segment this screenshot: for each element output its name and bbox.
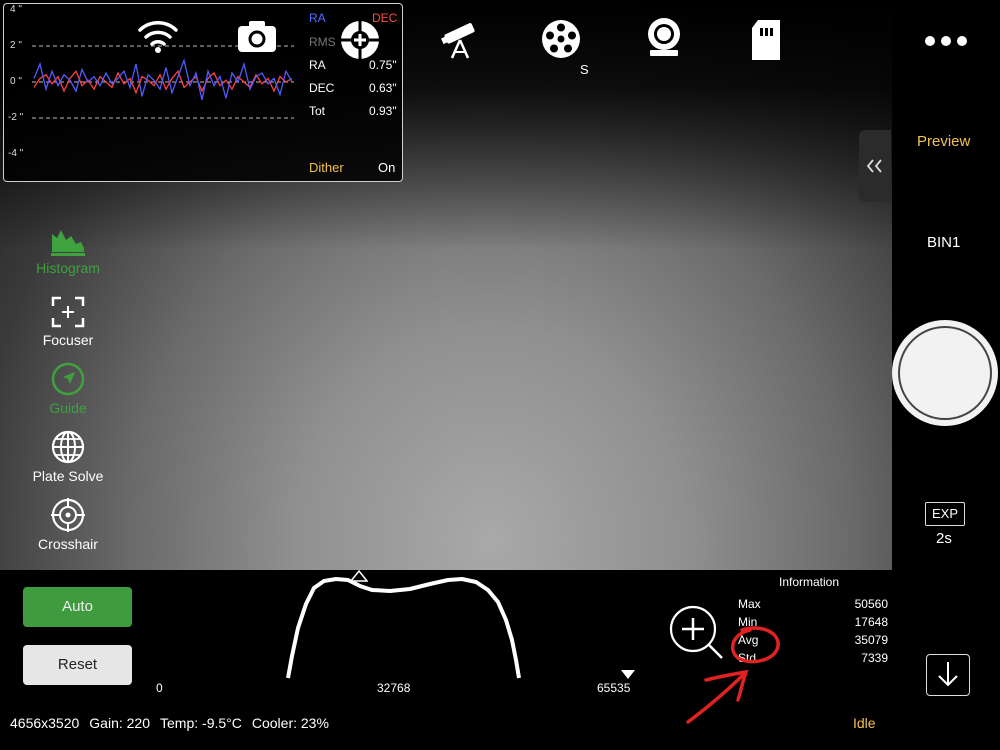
exposure-badge[interactable]: EXP [925,502,965,526]
download-arrow-icon [938,662,958,687]
sidebar-item-crosshair[interactable]: Crosshair [20,498,116,552]
sidebar-item-label: Histogram [36,260,100,276]
info-label: Max [738,597,761,611]
sd-card-icon[interactable] [750,20,782,60]
download-button[interactable] [926,654,970,696]
y-tick: -2 " [8,112,24,123]
status-temperature: Temp: -9.5°C [160,715,242,731]
globe-icon [51,430,85,464]
status-gain: Gain: 220 [89,715,151,731]
double-chevron-left-icon [866,159,882,173]
status-cooler: Cooler: 23% [251,715,329,731]
focuser-motor-icon[interactable] [644,16,684,60]
filter-wheel-label: S [580,62,589,77]
y-tick: 4 " [10,4,22,15]
guide-row-value: 0.63" [369,81,397,95]
y-tick: 0 " [10,76,22,87]
sidebar-item-histogram[interactable]: Histogram [20,228,116,276]
preview-label[interactable]: Preview [917,133,970,150]
histogram-curve [286,577,521,679]
sidebar-item-label: Crosshair [38,536,98,552]
collapse-panel-button[interactable] [859,130,891,202]
guide-row-label: RA [309,58,326,72]
capture-button[interactable] [892,320,998,426]
dither-value[interactable]: On [378,160,395,175]
sidebar-item-label: Focuser [42,332,94,348]
dither-label: Dither [309,160,344,175]
y-tick: 2 " [10,40,22,51]
crosshair-icon [51,498,85,532]
focus-frame-icon [51,296,85,328]
annotation-marker [686,626,780,724]
histogram-axis-max: 65535 [597,681,631,695]
histogram-icon [51,230,85,256]
histogram-axis-mid: 32768 [377,681,411,695]
legend-ra: RA [309,11,326,25]
auto-stretch-button[interactable]: Auto [23,587,132,627]
info-value: 7339 [861,651,888,665]
reset-button[interactable]: Reset [23,645,132,685]
status-resolution: 4656x3520 [10,715,80,731]
wifi-icon[interactable] [136,16,180,56]
status-state: Idle [853,715,876,731]
guide-crosshair-icon[interactable] [338,18,382,62]
more-menu-icon[interactable] [924,34,968,46]
status-bar: 4656x3520 Gain: 220 Temp: -9.5°C Cooler:… [10,715,329,731]
info-value: 50560 [854,597,888,611]
y-tick: -4 " [8,148,24,159]
sidebar-item-label: Plate Solve [32,468,104,484]
navigation-arrow-icon [51,362,85,396]
black-point-handle-icon[interactable] [350,570,368,582]
histogram-axis-min: 0 [156,681,163,695]
guide-row-label: Tot [309,104,326,118]
white-point-handle-icon[interactable] [620,669,636,680]
sidebar-item-focuser[interactable]: Focuser [20,296,116,348]
filter-wheel-icon[interactable] [540,18,582,60]
sidebar-item-plate-solve[interactable]: Plate Solve [20,430,116,484]
sidebar-item-label: Guide [49,400,87,416]
information-title: Information [779,575,840,589]
sidebar-item-guide[interactable]: Guide [20,362,116,416]
bin-selector[interactable]: BIN1 [927,234,960,251]
telescope-icon[interactable] [440,18,480,60]
info-value: 17648 [854,615,888,629]
guide-row-label: DEC [309,81,335,95]
camera-icon[interactable] [236,18,278,54]
guide-row-value: 0.93" [369,104,397,118]
exposure-value: 2s [936,530,952,547]
info-value: 35079 [854,633,888,647]
rms-label: RMS [309,35,336,49]
